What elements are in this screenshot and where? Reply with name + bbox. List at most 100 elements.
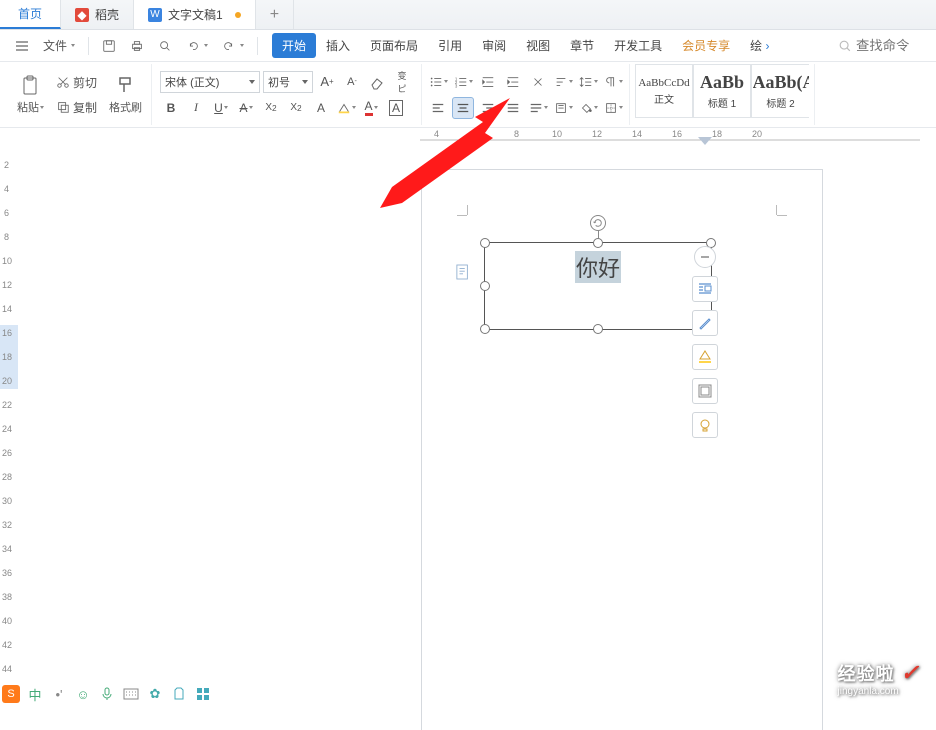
print-button[interactable] xyxy=(125,36,149,56)
text-effect-button[interactable] xyxy=(335,97,357,119)
undo-button[interactable] xyxy=(181,36,213,56)
resize-handle[interactable] xyxy=(593,238,603,248)
preview-button[interactable] xyxy=(153,36,177,56)
font-color-button[interactable]: A xyxy=(360,97,382,119)
resize-handle[interactable] xyxy=(593,324,603,334)
menu-toggle[interactable] xyxy=(10,36,34,56)
italic-button[interactable]: I xyxy=(185,97,207,119)
resize-handle[interactable] xyxy=(480,324,490,334)
ime-kbd[interactable] xyxy=(122,685,140,703)
line-spacing-button[interactable] xyxy=(577,71,599,93)
text-direction-button[interactable] xyxy=(552,97,574,119)
number-list-button[interactable]: 123 xyxy=(452,71,474,93)
indent-increase-button[interactable] xyxy=(502,71,524,93)
paste-button[interactable]: 粘贴 xyxy=(13,72,48,117)
ime-tool[interactable] xyxy=(170,685,188,703)
fill-button[interactable] xyxy=(692,344,718,370)
resize-handle[interactable] xyxy=(480,281,490,291)
resize-handle[interactable] xyxy=(480,238,490,248)
format-painter-button[interactable]: 格式刷 xyxy=(105,72,146,117)
title-tabs: 首页 ◆ 稻壳 W 文字文稿1 + xyxy=(0,0,936,30)
style-normal[interactable]: AaBbCcDd 正文 xyxy=(635,64,693,118)
textbox[interactable]: 你好 xyxy=(484,242,712,330)
caret-icon xyxy=(249,80,255,84)
strike-button[interactable]: A xyxy=(235,97,257,119)
ruler-selection xyxy=(0,325,18,389)
menu-insert[interactable]: 插入 xyxy=(316,33,360,58)
shape-fill-icon xyxy=(697,349,713,365)
ime-indicator[interactable]: S xyxy=(2,685,20,703)
font-size-select[interactable]: 初号 xyxy=(263,71,313,93)
search-icon xyxy=(838,39,852,53)
menu-draw[interactable]: 绘 › xyxy=(740,33,779,58)
layout-button[interactable] xyxy=(692,276,718,302)
tab-document[interactable]: W 文字文稿1 xyxy=(134,0,256,29)
copy-button[interactable]: 复制 xyxy=(51,96,102,119)
superscript-button[interactable]: X2 xyxy=(260,97,282,119)
ruler-horizontal[interactable] xyxy=(420,128,936,146)
shading-button[interactable] xyxy=(577,97,599,119)
rotate-handle[interactable] xyxy=(590,215,606,231)
collapse-button[interactable] xyxy=(694,246,716,268)
sort-button[interactable] xyxy=(552,71,574,93)
ime-skin[interactable]: ✿ xyxy=(146,685,164,703)
align-left-button[interactable] xyxy=(427,97,449,119)
style-h1[interactable]: AaBb 标题 1 xyxy=(693,64,751,118)
search-box[interactable] xyxy=(838,38,926,53)
tab-shell[interactable]: ◆ 稻壳 xyxy=(61,0,134,29)
menu-ref[interactable]: 引用 xyxy=(428,33,472,58)
tab-add[interactable]: + xyxy=(256,0,294,29)
underline-button[interactable]: U xyxy=(210,97,232,119)
asian-layout-button[interactable] xyxy=(527,71,549,93)
style-label: 标题 2 xyxy=(766,95,794,110)
menu-dev[interactable]: 开发工具 xyxy=(604,33,672,58)
subscript-button[interactable]: X2 xyxy=(285,97,307,119)
bold-button[interactable]: B xyxy=(160,97,182,119)
ruler-vertical[interactable] xyxy=(0,150,18,715)
textbox-text[interactable]: 你好 xyxy=(575,251,621,283)
style-h2[interactable]: AaBb(A 标题 2 xyxy=(751,64,809,118)
save-button[interactable] xyxy=(97,36,121,56)
bulb-icon xyxy=(697,417,713,433)
font-shrink-button[interactable]: A- xyxy=(341,71,363,93)
pinyin-button[interactable]: 变ピ xyxy=(391,71,413,93)
menu-vip[interactable]: 会员专享 xyxy=(672,33,740,58)
ime-punct[interactable]: •' xyxy=(50,685,68,703)
font-grow-button[interactable]: A+ xyxy=(316,71,338,93)
page[interactable]: 你好 xyxy=(422,170,822,730)
ime-mic[interactable] xyxy=(98,685,116,703)
canvas[interactable]: 你好 xyxy=(18,146,936,715)
char-border-button[interactable]: A xyxy=(385,97,407,119)
change-case-button[interactable]: A xyxy=(310,97,332,119)
caret-icon xyxy=(224,106,228,109)
style-button[interactable] xyxy=(692,310,718,336)
align-right-button[interactable] xyxy=(477,97,499,119)
copy-label: 复制 xyxy=(73,99,97,116)
tab-home[interactable]: 首页 xyxy=(0,0,61,29)
font-name-select[interactable]: 宋体 (正文) xyxy=(160,71,260,93)
menu-view[interactable]: 视图 xyxy=(516,33,560,58)
border-button[interactable] xyxy=(602,97,624,119)
ime-lang[interactable]: 中 xyxy=(26,685,44,703)
outline-button[interactable] xyxy=(692,378,718,404)
search-input[interactable] xyxy=(856,38,926,53)
align-center-button[interactable] xyxy=(452,97,474,119)
pen-icon xyxy=(697,315,713,331)
redo-button[interactable] xyxy=(217,36,249,56)
show-marks-button[interactable] xyxy=(602,71,624,93)
more-button[interactable] xyxy=(692,412,718,438)
cut-button[interactable]: 剪切 xyxy=(51,71,102,94)
menu-page[interactable]: 页面布局 xyxy=(360,33,428,58)
copy-icon xyxy=(56,100,70,114)
menu-start[interactable]: 开始 xyxy=(272,33,316,58)
ime-setting[interactable] xyxy=(194,685,212,703)
menu-review[interactable]: 审阅 xyxy=(472,33,516,58)
clear-format-button[interactable] xyxy=(366,71,388,93)
ime-emoji[interactable]: ☺ xyxy=(74,685,92,703)
indent-decrease-button[interactable] xyxy=(477,71,499,93)
bullet-list-button[interactable] xyxy=(427,71,449,93)
file-button[interactable]: 文件 xyxy=(38,34,80,57)
align-distribute-button[interactable] xyxy=(527,97,549,119)
align-justify-button[interactable] xyxy=(502,97,524,119)
menu-chapter[interactable]: 章节 xyxy=(560,33,604,58)
